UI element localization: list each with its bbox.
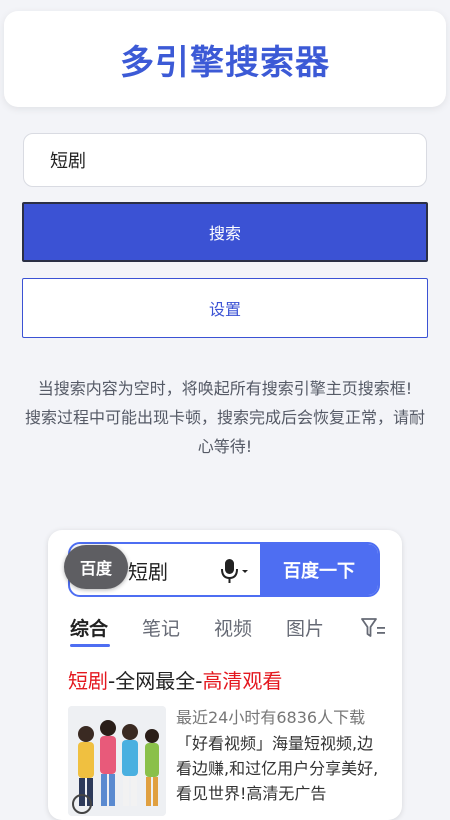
- result-description: 「好看视频」海量短视频,边看边赚,和过亿用户分享美好,看见世界!高清无广告: [176, 734, 379, 803]
- hint-line-1: 当搜索内容为空时，将唤起所有搜索引擎主页搜索框!: [37, 379, 413, 398]
- result-title-highlight-1: 短剧: [68, 669, 108, 693]
- baidu-query-text: 短剧: [128, 560, 168, 584]
- search-input[interactable]: [23, 133, 427, 187]
- baidu-tab-all: 综合: [70, 618, 109, 640]
- result-title: 短剧-全网最全-高清观看: [68, 665, 282, 694]
- baidu-tab-notes: 笔记: [142, 618, 181, 640]
- baidu-search-button: 百度一下: [260, 544, 378, 595]
- baidu-tabs: 综合 笔记 视频 图片: [68, 614, 388, 647]
- baidu-tab-images: 图片: [286, 618, 325, 640]
- app-header: 多引擎搜索器: [4, 11, 446, 107]
- hint-line-2: 搜索过程中可能出现卡顿，搜索完成后会恢复正常，请耐心等待!: [24, 408, 425, 456]
- microphone-icon: [221, 559, 248, 583]
- settings-button[interactable]: 设置: [22, 278, 428, 338]
- search-preview-image: 短剧 百度一下 百度 综合 笔记 视频 图片 短剧-全网最全-高清观看 最近24…: [48, 530, 402, 820]
- active-tab-underline: [70, 644, 110, 647]
- result-title-highlight-2: 高清观看: [202, 669, 283, 693]
- baidu-logo: 百度: [64, 545, 128, 589]
- search-button[interactable]: 搜索: [22, 202, 428, 262]
- baidu-tab-video: 视频: [214, 618, 253, 640]
- hint-text: 当搜索内容为空时，将唤起所有搜索引擎主页搜索框! 搜索过程中可能出现卡顿，搜索完…: [24, 374, 426, 461]
- result-title-middle: -全网最全-: [108, 669, 203, 693]
- filter-icon: [361, 618, 385, 637]
- result-meta: 最近24小时有6836人下载: [176, 708, 366, 727]
- app-title: 多引擎搜索器: [120, 42, 330, 83]
